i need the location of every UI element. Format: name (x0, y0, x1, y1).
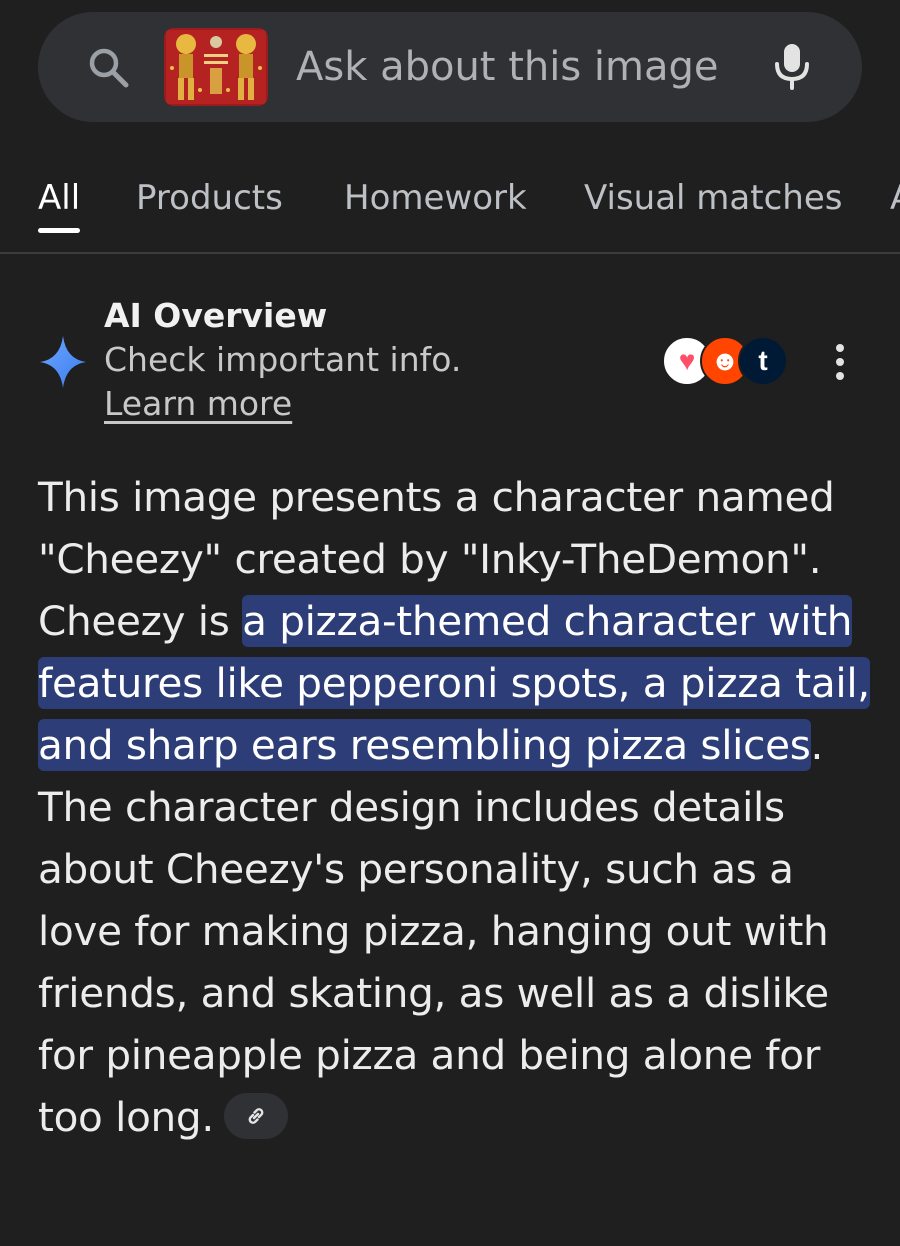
search-icon[interactable] (86, 45, 130, 89)
ai-overview-subtitle: Check important info. (104, 340, 462, 379)
ai-overview-title: AI Overview (104, 296, 328, 335)
tab-homework[interactable]: Homework (344, 176, 527, 220)
tab-visual-matches[interactable]: Visual matches (584, 176, 842, 220)
active-tab-indicator (38, 228, 80, 233)
answer-text-rest: . The character design includes details … (38, 721, 829, 1141)
image-thumbnail[interactable] (164, 28, 268, 106)
more-options-icon[interactable] (820, 340, 860, 384)
tab-products[interactable]: Products (136, 176, 283, 220)
source-link-button[interactable] (223, 1093, 288, 1139)
ai-overview-answer: This image presents a character named "C… (38, 466, 878, 1148)
mic-icon[interactable] (772, 42, 812, 92)
sparkle-icon (38, 334, 88, 390)
learn-more-link[interactable]: Learn more (104, 382, 292, 426)
tumblr-source-icon[interactable]: t (738, 336, 788, 386)
tab-more[interactable]: A (890, 176, 900, 220)
tab-all[interactable]: All (38, 176, 80, 220)
search-input[interactable]: Ask about this image (296, 36, 719, 98)
source-icons[interactable]: ♥ ☻ t (660, 336, 788, 390)
search-bar[interactable]: Ask about this image (38, 12, 862, 122)
search-tabs: All Products Homework Visual matches A (0, 150, 900, 254)
